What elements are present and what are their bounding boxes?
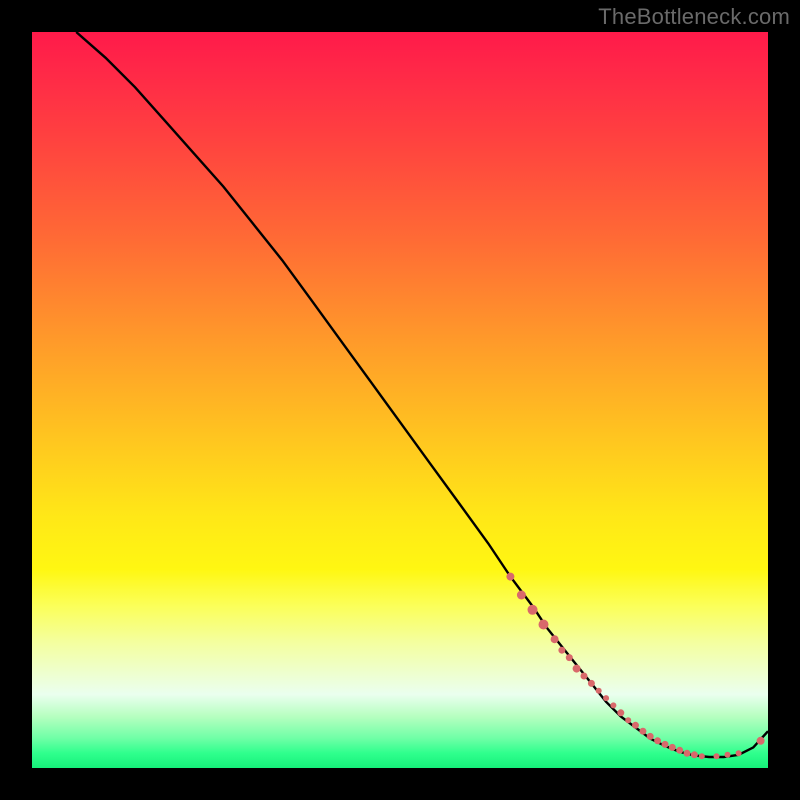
plot-area	[32, 32, 768, 768]
highlight-dot	[517, 591, 526, 600]
highlight-dot	[603, 695, 609, 701]
highlight-dot	[757, 737, 765, 745]
highlight-dot	[736, 750, 742, 756]
curve-layer	[32, 32, 768, 768]
highlight-dot	[625, 717, 631, 723]
highlight-dot	[539, 620, 549, 630]
highlight-dot	[662, 741, 669, 748]
highlight-dot	[632, 722, 639, 729]
highlight-dot	[588, 680, 595, 687]
bottleneck-curve-path	[76, 32, 768, 757]
highlight-dot	[691, 751, 698, 758]
highlight-dot	[551, 635, 559, 643]
highlight-dot	[684, 750, 691, 757]
watermark-label: TheBottleneck.com	[598, 4, 790, 30]
highlight-dot	[581, 673, 588, 680]
highlight-dot	[647, 733, 654, 740]
highlight-dot	[528, 605, 538, 615]
highlight-dot	[639, 728, 646, 735]
highlight-dot	[676, 747, 683, 754]
highlight-dot	[725, 752, 731, 758]
highlight-dot	[573, 665, 581, 673]
chart-container: TheBottleneck.com	[0, 0, 800, 800]
highlight-dot	[699, 753, 705, 759]
highlight-dot	[506, 573, 514, 581]
highlight-dot	[669, 744, 676, 751]
highlight-dot	[654, 737, 661, 744]
highlight-dot	[617, 709, 624, 716]
highlight-dots-group	[506, 573, 764, 760]
highlight-dot	[596, 688, 602, 694]
highlight-dot	[610, 702, 616, 708]
highlight-dot	[558, 647, 565, 654]
highlight-dot	[714, 753, 720, 759]
highlight-dot	[566, 654, 573, 661]
